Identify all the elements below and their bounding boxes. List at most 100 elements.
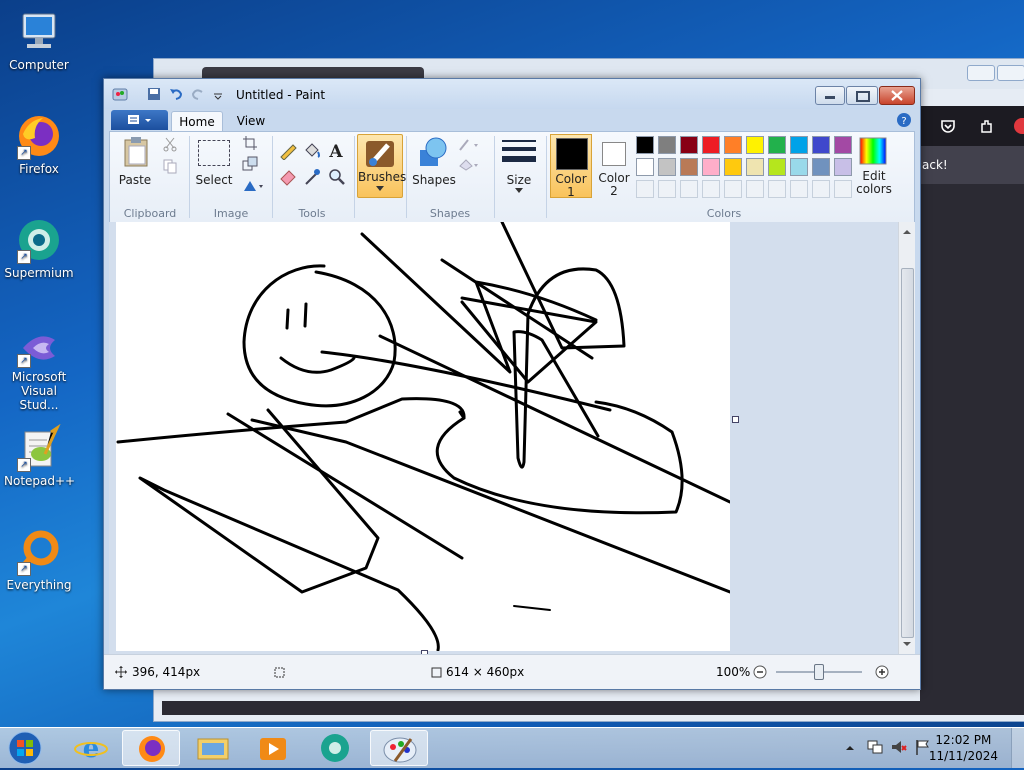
palette-swatch[interactable] xyxy=(768,136,786,154)
close-button[interactable] xyxy=(879,86,915,105)
palette-swatch[interactable] xyxy=(834,136,852,154)
maximize-button[interactable] xyxy=(846,86,878,105)
zoom-slider-thumb[interactable] xyxy=(814,664,824,680)
taskbar-supermium[interactable] xyxy=(306,730,364,766)
resize-handle-right[interactable] xyxy=(732,416,739,423)
network-icon[interactable] xyxy=(866,738,884,756)
zoom-slider[interactable] xyxy=(776,664,862,680)
palette-swatch[interactable] xyxy=(812,158,830,176)
palette-swatch[interactable] xyxy=(702,158,720,176)
palette-custom-slot[interactable] xyxy=(812,180,830,198)
palette-custom-slot[interactable] xyxy=(768,180,786,198)
undo-icon[interactable] xyxy=(168,86,184,102)
palette-swatch[interactable] xyxy=(636,136,654,154)
text-icon[interactable]: A xyxy=(326,140,346,160)
copy-icon[interactable] xyxy=(162,158,178,174)
edit-colors-icon[interactable] xyxy=(858,136,888,166)
desktop-icon-everything[interactable]: ↗ Everything xyxy=(4,528,74,592)
brushes-button[interactable]: Brushes xyxy=(357,134,406,198)
palette-swatch[interactable] xyxy=(680,158,698,176)
redo-icon[interactable] xyxy=(190,86,206,102)
pocket-icon[interactable] xyxy=(940,118,956,134)
zoom-out-icon[interactable] xyxy=(752,664,768,680)
taskbar-media-player[interactable] xyxy=(244,730,302,766)
palette-custom-slot[interactable] xyxy=(680,180,698,198)
size-button[interactable]: Size xyxy=(498,174,540,187)
resize-icon[interactable] xyxy=(242,156,258,172)
tab-view[interactable]: View xyxy=(228,111,274,131)
magnifier-icon[interactable] xyxy=(326,166,346,186)
scroll-down-icon[interactable] xyxy=(899,636,915,652)
palette-swatch[interactable] xyxy=(790,136,808,154)
size-icon[interactable] xyxy=(502,138,536,166)
background-minimize-button[interactable] xyxy=(967,65,995,81)
taskbar-paint[interactable] xyxy=(370,730,428,766)
desktop-icon-notepadpp[interactable]: ↗ Notepad++ xyxy=(4,423,75,488)
desktop-icon-computer[interactable]: Computer xyxy=(4,8,74,72)
account-badge-icon[interactable] xyxy=(1014,118,1024,134)
drawing-canvas[interactable] xyxy=(116,222,730,651)
zoom-in-icon[interactable] xyxy=(874,664,890,680)
palette-swatch[interactable] xyxy=(834,158,852,176)
eraser-icon[interactable] xyxy=(278,166,298,186)
palette-swatch[interactable] xyxy=(768,158,786,176)
palette-custom-slot[interactable] xyxy=(790,180,808,198)
paint-menu-button[interactable] xyxy=(111,110,168,130)
taskbar-internet-explorer[interactable]: e xyxy=(62,730,120,766)
background-maximize-button[interactable] xyxy=(997,65,1024,81)
taskbar-firefox[interactable] xyxy=(122,730,180,766)
pencil-icon[interactable] xyxy=(278,140,298,160)
palette-custom-slot[interactable] xyxy=(724,180,742,198)
palette-swatch[interactable] xyxy=(746,136,764,154)
select-icon[interactable] xyxy=(198,140,230,166)
volume-muted-icon[interactable] xyxy=(890,738,908,756)
palette-swatch[interactable] xyxy=(658,158,676,176)
extensions-icon[interactable] xyxy=(978,118,994,134)
scroll-up-icon[interactable] xyxy=(899,224,915,240)
palette-swatch[interactable] xyxy=(636,158,654,176)
palette-swatch[interactable] xyxy=(680,136,698,154)
edit-colors-label-2[interactable]: colors xyxy=(852,183,896,196)
start-button[interactable] xyxy=(4,730,46,766)
color-picker-icon[interactable] xyxy=(302,166,322,186)
palette-custom-slot[interactable] xyxy=(658,180,676,198)
vertical-scrollbar[interactable] xyxy=(898,222,915,654)
tab-home[interactable]: Home xyxy=(171,111,223,132)
palette-swatch[interactable] xyxy=(790,158,808,176)
fill-shape-icon[interactable] xyxy=(458,156,482,172)
select-button[interactable]: Select xyxy=(192,174,236,187)
save-icon[interactable] xyxy=(146,86,162,102)
system-clock[interactable]: 12:02 PM 11/11/2024 xyxy=(929,732,998,764)
help-icon[interactable]: ? xyxy=(896,112,912,128)
taskbar-explorer[interactable] xyxy=(184,730,242,766)
paste-icon[interactable] xyxy=(122,136,152,168)
minimize-button[interactable] xyxy=(815,86,845,105)
show-desktop-button[interactable] xyxy=(1011,728,1024,768)
paint-titlebar[interactable]: Untitled - Paint xyxy=(104,79,920,109)
cut-icon[interactable] xyxy=(162,136,178,152)
desktop-icon-firefox[interactable]: ↗ Firefox xyxy=(4,112,74,176)
palette-swatch[interactable] xyxy=(658,136,676,154)
palette-custom-slot[interactable] xyxy=(702,180,720,198)
palette-custom-slot[interactable] xyxy=(746,180,764,198)
palette-custom-slot[interactable] xyxy=(834,180,852,198)
outline-icon[interactable] xyxy=(458,136,482,152)
fill-icon[interactable] xyxy=(302,140,322,160)
palette-swatch[interactable] xyxy=(746,158,764,176)
paint-window[interactable]: Untitled - Paint Home View ? Paste Clipb… xyxy=(103,78,921,690)
palette-swatch[interactable] xyxy=(724,136,742,154)
palette-swatch[interactable] xyxy=(812,136,830,154)
scroll-thumb[interactable] xyxy=(901,268,914,638)
customize-quick-access-icon[interactable] xyxy=(210,86,226,102)
palette-swatch[interactable] xyxy=(702,136,720,154)
paint-app-icon[interactable] xyxy=(112,86,128,102)
shapes-button[interactable]: Shapes xyxy=(412,174,456,187)
shapes-icon[interactable] xyxy=(416,136,450,168)
paste-button[interactable]: Paste xyxy=(115,174,155,187)
show-hidden-icons-icon[interactable] xyxy=(844,742,856,754)
desktop-icon-supermium[interactable]: ↗ Supermium xyxy=(4,216,74,280)
color2-button[interactable]: Color 2 xyxy=(594,134,634,198)
palette-custom-slot[interactable] xyxy=(636,180,654,198)
crop-icon[interactable] xyxy=(242,135,258,151)
rotate-icon[interactable] xyxy=(242,177,264,193)
